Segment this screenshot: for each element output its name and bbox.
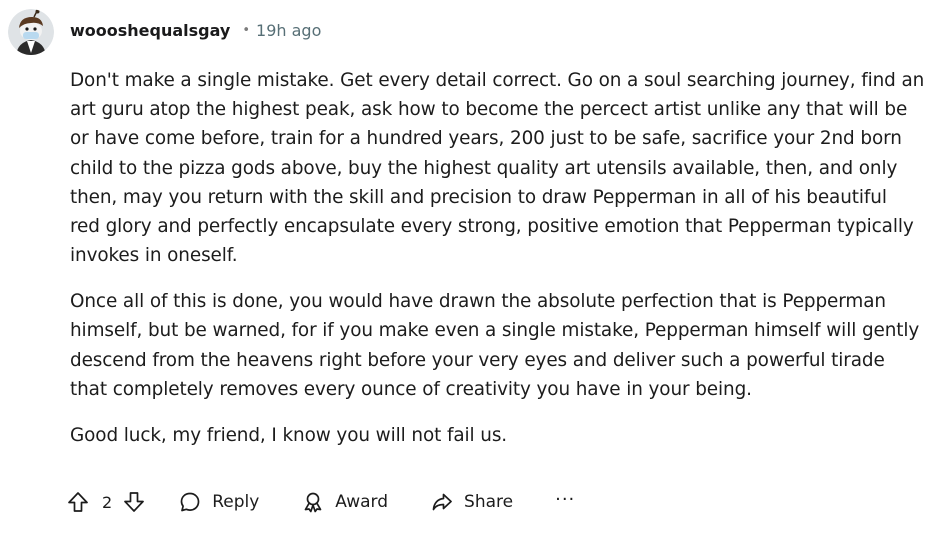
comment-paragraph: Once all of this is done, you would have… [70,291,920,400]
reply-button[interactable]: Reply [178,490,259,514]
user-avatar[interactable] [8,9,54,55]
avatar-icon [8,9,54,55]
award-button[interactable]: Award [301,490,388,514]
author-username[interactable]: woooshequalsgay [70,21,230,40]
award-ribbon-icon [304,492,322,513]
ellipsis-icon: ··· [555,488,576,510]
comment-paragraph: Good luck, my friend, I know you will no… [70,424,508,446]
upvote-arrow-icon [68,492,88,512]
meta-separator: • [242,22,251,38]
share-label: Share [464,492,514,512]
downvote-button[interactable] [122,490,146,514]
speech-bubble-icon [180,492,200,512]
comment-paragraph: Don't make a single mistake. Get every d… [70,70,925,267]
reply-label: Reply [212,492,260,512]
share-button[interactable]: Share [430,490,513,514]
more-options-button[interactable]: ··· [555,489,575,510]
comment: woooshequalsgay • 19h ago Don't make a s… [0,0,946,536]
award-label: Award [335,492,389,512]
comment-header: woooshequalsgay • 19h ago [8,8,321,56]
comment-action-bar: 2 Reply Award Share ··· [66,484,575,520]
comment-timestamp[interactable]: 19h ago [256,21,321,40]
upvote-button[interactable] [66,490,90,514]
vote-count: 2 [102,492,113,512]
share-arrow-icon [432,493,452,511]
comment-body: Don't make a single mistake. Get every d… [70,66,938,467]
downvote-arrow-icon [124,492,145,512]
comment-meta: woooshequalsgay • 19h ago [70,21,321,40]
